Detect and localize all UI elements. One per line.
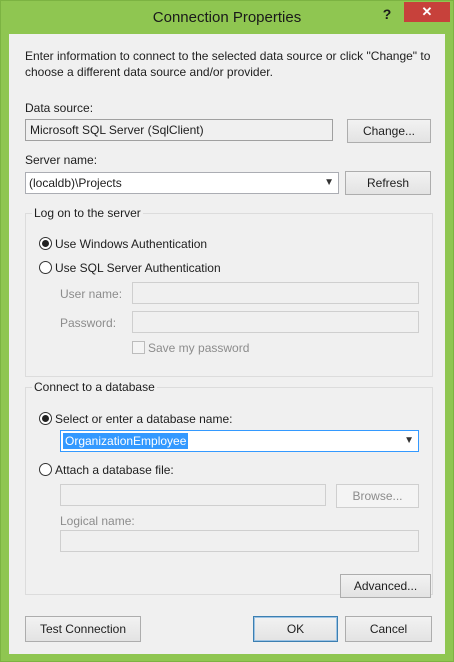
password-label: Password: — [60, 316, 117, 330]
radio-selected-dot — [42, 240, 49, 247]
sql-auth-radio[interactable] — [39, 261, 52, 274]
sql-auth-label[interactable]: Use SQL Server Authentication — [55, 261, 221, 275]
cancel-button[interactable]: Cancel — [345, 616, 432, 642]
windows-auth-label[interactable]: Use Windows Authentication — [55, 237, 207, 251]
select-db-label[interactable]: Select or enter a database name: — [55, 412, 232, 426]
server-name-value: (localdb)\Projects — [29, 176, 122, 190]
user-name-label: User name: — [60, 287, 123, 301]
logon-group-title: Log on to the server — [32, 206, 143, 220]
server-name-label: Server name: — [25, 153, 98, 167]
chevron-down-icon[interactable]: ▼ — [404, 435, 414, 446]
select-db-radio[interactable] — [39, 412, 52, 425]
windows-auth-radio[interactable] — [39, 237, 52, 250]
ok-button[interactable]: OK — [253, 616, 338, 642]
logical-name-field[interactable] — [60, 530, 419, 552]
close-icon[interactable]: ✕ — [404, 2, 450, 22]
data-source-field: Microsoft SQL Server (SqlClient) — [25, 119, 333, 141]
data-source-label: Data source: — [25, 101, 94, 115]
password-field[interactable] — [132, 311, 419, 333]
help-icon[interactable]: ? — [379, 6, 395, 24]
save-password-checkbox[interactable] — [132, 341, 145, 354]
connection-properties-dialog: Connection Properties ? ✕ Enter informat… — [0, 0, 454, 662]
logical-name-label: Logical name: — [60, 514, 135, 528]
advanced-button[interactable]: Advanced... — [340, 574, 431, 598]
title-bar[interactable]: Connection Properties ? ✕ — [1, 1, 453, 34]
refresh-button[interactable]: Refresh — [345, 171, 431, 195]
radio-selected-dot — [42, 415, 49, 422]
instructions-text: Enter information to connect to the sele… — [25, 49, 431, 79]
database-group-title: Connect to a database — [32, 380, 157, 394]
database-file-field[interactable] — [60, 484, 326, 506]
server-name-combobox[interactable]: (localdb)\Projects ▼ — [25, 172, 339, 194]
chevron-down-icon[interactable]: ▼ — [324, 177, 334, 188]
database-name-value: OrganizationEmployee — [63, 433, 189, 449]
attach-db-radio[interactable] — [39, 463, 52, 476]
test-connection-button[interactable]: Test Connection — [25, 616, 141, 642]
browse-button[interactable]: Browse... — [336, 484, 419, 508]
dialog-body: Enter information to connect to the sele… — [9, 34, 445, 654]
save-password-label[interactable]: Save my password — [148, 341, 249, 355]
attach-db-label[interactable]: Attach a database file: — [55, 463, 174, 477]
database-name-combobox[interactable]: OrganizationEmployee ▼ — [60, 430, 419, 452]
change-button[interactable]: Change... — [347, 119, 431, 143]
user-name-field[interactable] — [132, 282, 419, 304]
